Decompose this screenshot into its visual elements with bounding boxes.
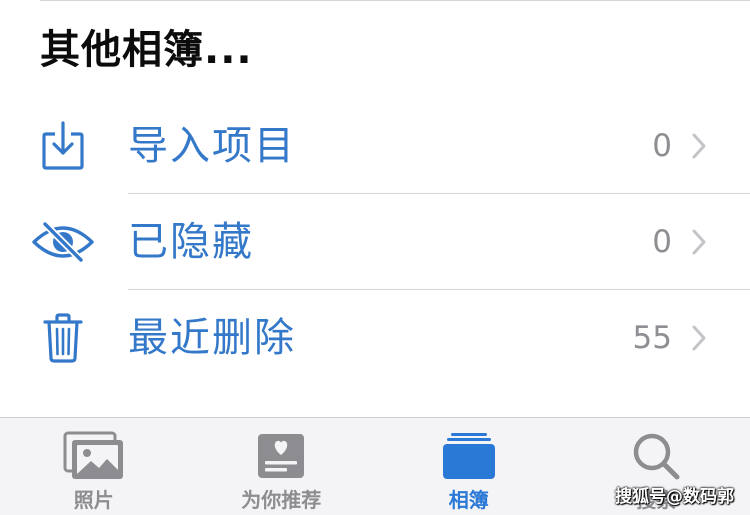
tab-photos[interactable]: 照片 bbox=[0, 418, 188, 515]
tab-albums[interactable]: 相簿 bbox=[375, 418, 563, 515]
row-label: 导入项目 bbox=[128, 123, 296, 169]
row-recently-deleted[interactable]: 最近删除 55 bbox=[0, 290, 750, 386]
row-count: 0 bbox=[652, 224, 672, 260]
row-count: 0 bbox=[652, 128, 672, 164]
search-icon bbox=[625, 430, 687, 482]
row-count: 55 bbox=[632, 320, 672, 356]
chevron-right-icon bbox=[690, 132, 708, 160]
tab-label: 照片 bbox=[73, 488, 114, 512]
chevron-right-icon bbox=[690, 324, 708, 352]
watermark: 搜狐号@数码郭 bbox=[615, 487, 734, 507]
albums-icon bbox=[438, 430, 500, 482]
row-label: 已隐藏 bbox=[128, 219, 254, 265]
tab-for-you[interactable]: 为你推荐 bbox=[188, 418, 376, 515]
tab-label: 为你推荐 bbox=[241, 488, 322, 512]
photos-icon bbox=[63, 430, 125, 482]
other-albums-list: 导入项目 0 已隐藏 0 最近删除 55 bbox=[0, 98, 750, 386]
import-icon bbox=[30, 116, 96, 176]
row-imports[interactable]: 导入项目 0 bbox=[0, 98, 750, 194]
eye-slash-icon bbox=[30, 212, 96, 272]
row-label: 最近删除 bbox=[128, 315, 296, 361]
row-hidden[interactable]: 已隐藏 0 bbox=[0, 194, 750, 290]
top-divider bbox=[40, 0, 750, 1]
chevron-right-icon bbox=[690, 228, 708, 256]
trash-icon bbox=[30, 308, 96, 368]
section-title: 其他相簿... bbox=[40, 27, 253, 73]
albums-screen: 其他相簿... 导入项目 0 已隐藏 0 最近删除 55 照片 为你推荐 相簿 … bbox=[0, 0, 750, 515]
for-you-icon bbox=[250, 430, 312, 482]
tab-label: 相簿 bbox=[448, 488, 489, 512]
